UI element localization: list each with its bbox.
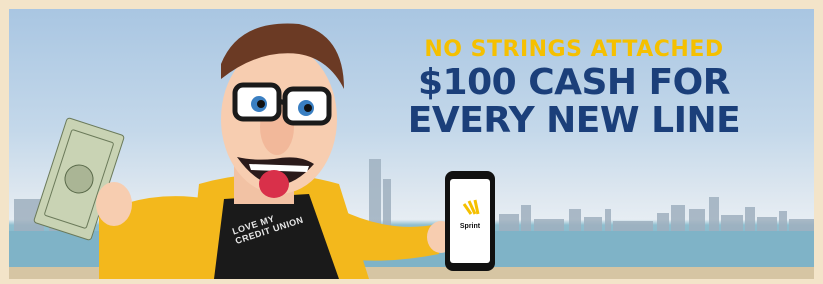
banner-ad[interactable]: NO STRINGS ATTACHED $100 CASH FOR EVERY … (9, 9, 814, 279)
puppet-mascot (33, 23, 495, 279)
smartphone-icon (445, 171, 495, 271)
phone-brand-label: Sprint (459, 223, 481, 230)
